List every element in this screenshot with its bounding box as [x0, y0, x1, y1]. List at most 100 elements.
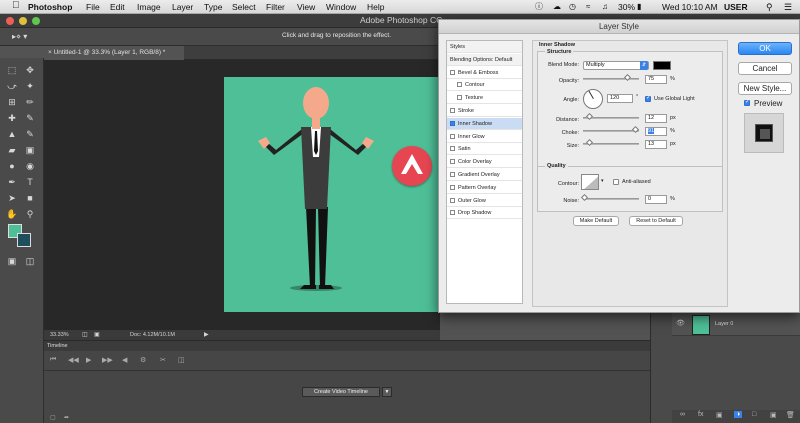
create-video-timeline-button[interactable]: Create Video Timeline: [302, 387, 380, 397]
make-default-button[interactable]: Make Default: [573, 216, 619, 226]
adjustment-layer-icon[interactable]: ◑: [734, 411, 743, 418]
menu-file[interactable]: File: [86, 1, 100, 13]
choke-field[interactable]: 91: [645, 127, 667, 136]
camera-icon[interactable]: ▣: [94, 331, 100, 338]
style-item-checkbox[interactable]: [457, 95, 462, 101]
zoom-tool-icon[interactable]: ⚲: [23, 207, 37, 221]
transition-icon[interactable]: ◫: [178, 356, 185, 364]
ok-button[interactable]: OK: [738, 42, 792, 55]
menu-select[interactable]: Select: [232, 1, 256, 13]
menu-user[interactable]: USER: [724, 1, 748, 13]
menu-help[interactable]: Help: [367, 1, 384, 13]
blur-tool-icon[interactable]: ●: [5, 159, 19, 173]
size-field[interactable]: 13: [645, 140, 667, 149]
style-item-stroke[interactable]: Stroke: [447, 105, 522, 117]
menu-filter[interactable]: Filter: [266, 1, 285, 13]
play-icon[interactable]: ▶: [86, 356, 91, 364]
timeline-dropdown-icon[interactable]: ▼: [382, 387, 392, 397]
move-tool-icon[interactable]: ✥: [23, 63, 37, 77]
apple-menu-icon[interactable]: : [12, 0, 20, 12]
style-item-blending-options-default[interactable]: Blending Options: Default: [447, 53, 522, 66]
opacity-field[interactable]: 75: [645, 75, 667, 84]
new-layer-icon[interactable]: ▣: [770, 411, 777, 419]
menu-app-name[interactable]: Photoshop: [28, 1, 72, 13]
style-item-contour[interactable]: Contour: [447, 79, 522, 92]
choke-slider[interactable]: [583, 130, 639, 132]
wifi-icon[interactable]: ≈: [586, 1, 590, 13]
noise-field[interactable]: 0: [645, 195, 667, 204]
zoom-window-button[interactable]: [32, 17, 40, 25]
layer-row[interactable]: 👁 Layer 0: [672, 312, 800, 336]
style-item-inner-glow[interactable]: Inner Glow: [447, 131, 522, 143]
style-item-inner-shadow[interactable]: Inner Shadow: [447, 117, 522, 130]
quick-mask-icon[interactable]: ▣: [5, 254, 19, 268]
share-icon[interactable]: ◫: [82, 331, 88, 338]
gradient-tool-icon[interactable]: ▣: [23, 143, 37, 157]
style-item-pattern-overlay[interactable]: Pattern Overlay: [447, 182, 522, 194]
style-item-checkbox[interactable]: [450, 197, 455, 203]
cancel-button[interactable]: Cancel: [738, 62, 792, 75]
add-mask-icon[interactable]: ▣: [716, 411, 723, 419]
zoom-level[interactable]: 33.33%: [50, 332, 69, 338]
style-item-checkbox[interactable]: [457, 82, 462, 88]
document-tab[interactable]: × Untitled-1 @ 33.3% (Layer 1, RGB/8) *: [44, 46, 184, 60]
menu-window[interactable]: Window: [326, 1, 356, 13]
dodge-tool-icon[interactable]: ◉: [23, 159, 37, 173]
menu-layer[interactable]: Layer: [172, 1, 193, 13]
battery-icon[interactable]: ▮: [637, 1, 641, 13]
style-item-color-overlay[interactable]: Color Overlay: [447, 156, 522, 169]
menu-view[interactable]: View: [297, 1, 315, 13]
minimize-window-button[interactable]: [19, 17, 27, 25]
cloud-icon[interactable]: ☁: [553, 1, 561, 13]
style-item-gradient-overlay[interactable]: Gradient Overlay: [447, 169, 522, 181]
layer-name[interactable]: Layer 0: [715, 321, 733, 327]
marquee-tool-icon[interactable]: ⬚: [5, 63, 19, 77]
style-item-satin[interactable]: Satin: [447, 143, 522, 156]
style-item-checkbox[interactable]: [450, 184, 455, 190]
style-item-styles[interactable]: Styles: [447, 41, 522, 53]
menu-edit[interactable]: Edit: [110, 1, 125, 13]
style-item-bevel-emboss[interactable]: Bevel & Emboss: [447, 67, 522, 79]
visibility-eye-icon[interactable]: 👁: [676, 319, 685, 327]
eraser-tool-icon[interactable]: ▰: [5, 143, 19, 157]
style-item-checkbox[interactable]: [450, 210, 455, 216]
history-icon[interactable]: ◷: [569, 1, 576, 13]
menu-clock[interactable]: Wed 10:10 AM: [662, 1, 718, 13]
settings-icon[interactable]: ⚙: [140, 356, 146, 364]
convert-icon[interactable]: ▢: [50, 414, 56, 421]
style-item-texture[interactable]: Texture: [447, 92, 522, 105]
spotlight-icon[interactable]: ⚲: [766, 1, 773, 13]
background-color-swatch[interactable]: [17, 233, 31, 247]
contour-picker[interactable]: [581, 174, 599, 190]
angle-field[interactable]: 120: [607, 94, 633, 103]
notification-center-icon[interactable]: ☰: [784, 1, 792, 13]
close-window-button[interactable]: [6, 17, 14, 25]
style-item-checkbox[interactable]: [450, 108, 455, 113]
healing-tool-icon[interactable]: ✚: [5, 111, 19, 125]
status-menu-arrow-icon[interactable]: ▶: [204, 331, 209, 338]
render-icon[interactable]: ➦: [64, 414, 69, 421]
style-item-drop-shadow[interactable]: Drop Shadow: [447, 207, 522, 220]
fx-icon[interactable]: fx: [698, 411, 703, 418]
previous-frame-icon[interactable]: ◀◀: [68, 356, 79, 364]
status-icon[interactable]: ⓘ: [535, 1, 543, 13]
use-global-light-checkbox[interactable]: [645, 94, 651, 102]
brush-tool-icon[interactable]: ✎: [23, 111, 37, 125]
split-icon[interactable]: ✂: [160, 356, 166, 364]
new-group-icon[interactable]: □: [752, 411, 756, 418]
delete-layer-icon[interactable]: 🗑: [786, 411, 795, 419]
contour-dropdown-icon[interactable]: ▾: [601, 178, 604, 184]
style-item-checkbox[interactable]: [450, 172, 455, 177]
shape-tool-icon[interactable]: ■: [23, 191, 37, 205]
screen-mode-icon[interactable]: ◫: [23, 254, 37, 268]
stamp-tool-icon[interactable]: ▲: [5, 127, 19, 141]
opacity-slider[interactable]: [583, 78, 639, 80]
close-tab-icon[interactable]: ×: [48, 49, 52, 56]
preview-checkbox[interactable]: [744, 98, 750, 106]
distance-field[interactable]: 12: [645, 114, 667, 123]
current-tool-icon[interactable]: ▸⋄ ▾: [12, 32, 27, 41]
first-frame-icon[interactable]: ⏮: [50, 356, 56, 364]
lasso-tool-icon[interactable]: ⤻: [5, 79, 19, 93]
crop-tool-icon[interactable]: ⊞: [5, 95, 19, 109]
canvas-area[interactable]: [44, 60, 484, 330]
